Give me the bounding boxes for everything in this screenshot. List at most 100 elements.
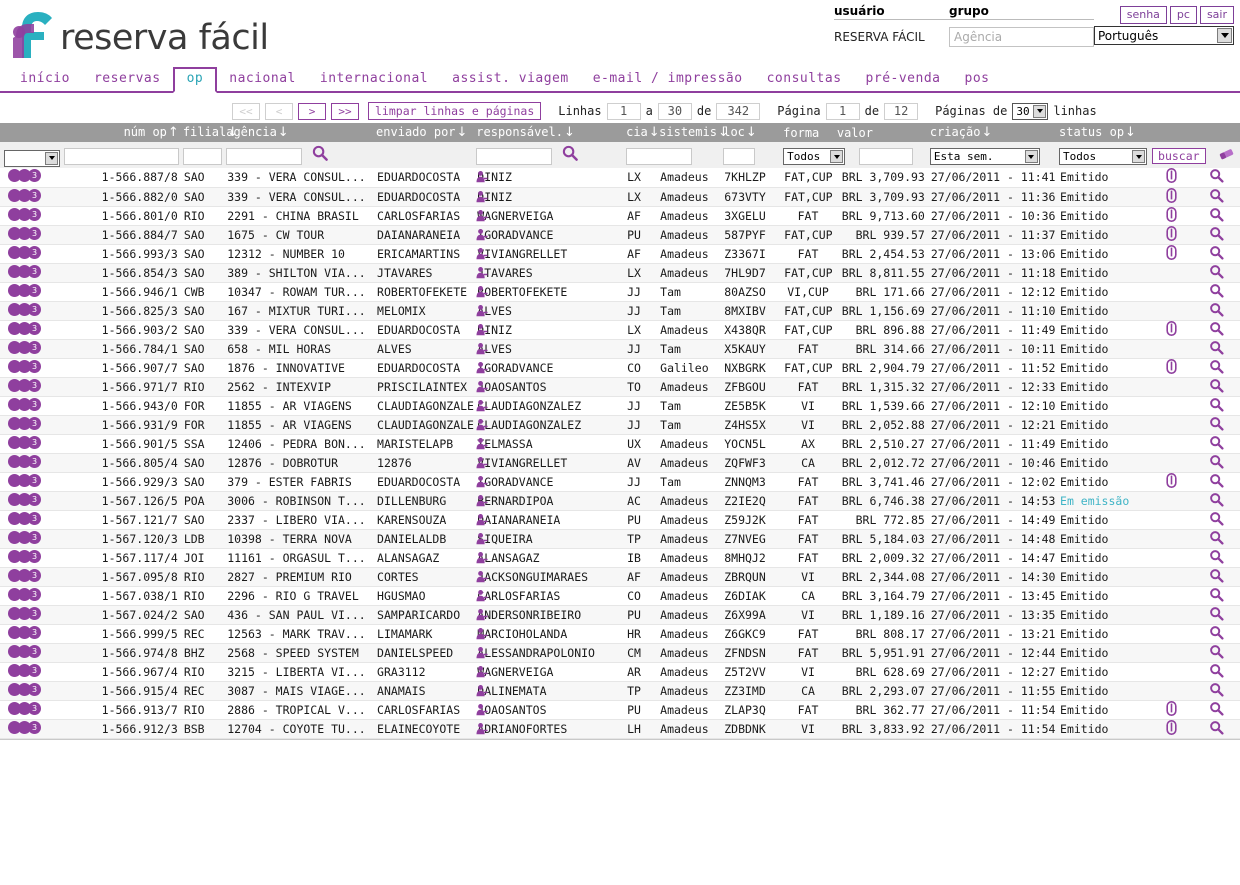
nav-item-internacional[interactable]: internacional [308, 68, 440, 91]
beads-icon[interactable]: 3 [8, 340, 41, 354]
first-page-button[interactable]: << [232, 102, 260, 120]
beads-icon[interactable]: 3 [8, 321, 41, 335]
row-beads-cell[interactable]: 3 [0, 358, 62, 378]
attachment-icon[interactable] [1166, 187, 1177, 206]
nav-item-pos[interactable]: pos [953, 68, 1002, 91]
cell-view[interactable] [1193, 320, 1240, 340]
cell-view[interactable] [1193, 605, 1240, 625]
beads-icon[interactable]: 3 [8, 207, 41, 221]
attachment-icon[interactable] [1166, 244, 1177, 263]
row-beads-cell[interactable]: 3 [0, 700, 62, 720]
cell-view[interactable] [1193, 187, 1240, 207]
table-row[interactable]: 3 1-566.784/1 SAO 658 - MIL HORAS ALVES ALVES… [0, 339, 1240, 359]
col-cia[interactable]: cia↓ [624, 123, 660, 142]
beads-icon[interactable]: 3 [8, 454, 41, 468]
view-details-icon[interactable] [1209, 435, 1224, 453]
prev-page-button[interactable]: < [265, 102, 293, 120]
beads-icon[interactable]: 3 [8, 663, 41, 677]
agencia-input[interactable] [949, 26, 1094, 47]
filter-criacao-select[interactable]: Esta sem. [929, 148, 1040, 165]
cell-view[interactable] [1193, 434, 1240, 454]
table-row[interactable]: 3 1-566.801/0 RIO 2291 - CHINA BRASIL CARLOS… [0, 206, 1240, 226]
beads-icon[interactable]: 3 [8, 283, 41, 297]
row-beads-cell[interactable]: 3 [0, 491, 62, 511]
beads-icon[interactable]: 3 [8, 549, 41, 563]
table-row[interactable]: 3 1-567.095/8 RIO 2827 - PREMIUM RIO CORTES J… [0, 567, 1240, 587]
view-details-icon[interactable] [1209, 587, 1224, 605]
table-row[interactable]: 3 1-567.117/4 JOI 11161 - ORGASUL T... ALANS… [0, 548, 1240, 568]
col-responsavel[interactable]: responsável.↓ [474, 123, 624, 142]
cell-view[interactable] [1193, 396, 1240, 416]
view-details-icon[interactable] [1209, 530, 1224, 548]
pc-button[interactable]: pc [1169, 6, 1197, 24]
row-beads-cell[interactable]: 3 [0, 320, 62, 340]
cell-view[interactable] [1193, 282, 1240, 302]
table-row[interactable]: 3 1-567.038/1 RIO 2296 - RIO G TRAVEL HGUSMA… [0, 586, 1240, 606]
cell-attachment[interactable] [1150, 244, 1194, 264]
beads-icon[interactable]: 3 [8, 473, 41, 487]
row-beads-cell[interactable]: 3 [0, 263, 62, 283]
filter-responsavel-input[interactable] [626, 148, 693, 165]
table-row[interactable]: 3 1-566.887/8 SAO 339 - VERA CONSUL... EDUAR… [0, 168, 1240, 188]
row-beads-cell[interactable]: 3 [0, 434, 62, 454]
agencia-filter-search-icon[interactable] [312, 146, 328, 165]
row-beads-cell[interactable]: 3 [0, 206, 62, 226]
cell-view[interactable] [1193, 339, 1240, 359]
attachment-icon[interactable] [1166, 472, 1177, 491]
cell-view[interactable] [1193, 453, 1240, 473]
cell-view[interactable] [1193, 301, 1240, 321]
pagina-current-input[interactable]: 1 [825, 102, 860, 120]
row-beads-cell[interactable]: 3 [0, 415, 62, 435]
row-beads-cell[interactable]: 3 [0, 396, 62, 416]
beads-icon[interactable]: 3 [8, 264, 41, 278]
beads-icon[interactable]: 3 [8, 169, 41, 183]
view-details-icon[interactable] [1209, 511, 1224, 529]
col-status-op[interactable]: status op↓ [1057, 123, 1150, 142]
beads-icon[interactable]: 3 [8, 492, 41, 506]
view-details-icon[interactable] [1209, 606, 1224, 624]
linhas-to-input[interactable]: 30 [657, 102, 692, 120]
beads-icon[interactable]: 3 [8, 625, 41, 639]
view-details-icon[interactable] [1209, 359, 1224, 377]
row-beads-cell[interactable]: 3 [0, 453, 62, 473]
view-details-icon[interactable] [1209, 378, 1224, 396]
cell-view[interactable] [1193, 548, 1240, 568]
enviado-filter-search-icon[interactable] [562, 146, 578, 165]
row-beads-cell[interactable]: 3 [0, 187, 62, 207]
cell-attachment[interactable] [1150, 320, 1194, 340]
table-row[interactable]: 3 1-566.946/1 CWB 10347 - ROWAM TUR... ROBER… [0, 282, 1240, 302]
filter-sistemis-select[interactable]: Todos [783, 148, 846, 165]
col-loc[interactable]: loc↓ [721, 123, 781, 142]
attachment-icon[interactable] [1166, 168, 1177, 186]
cell-attachment[interactable] [1150, 358, 1194, 378]
row-beads-cell[interactable]: 3 [0, 282, 62, 302]
filter-agencia-input[interactable] [226, 147, 303, 165]
beads-icon[interactable]: 3 [8, 720, 41, 734]
table-row[interactable]: 3 1-567.024/2 SAO 436 - SAN PAUL VI... SAMPA… [0, 605, 1240, 625]
view-details-icon[interactable] [1209, 625, 1224, 643]
filter-type-select[interactable] [4, 149, 60, 167]
brand-logo[interactable]: reserva fácil [8, 6, 269, 62]
cell-view[interactable] [1193, 377, 1240, 397]
cell-view[interactable] [1193, 168, 1240, 188]
row-beads-cell[interactable]: 3 [0, 301, 62, 321]
table-row[interactable]: 3 1-566.805/4 SAO 12876 - DOBROTUR 12876 VIVI… [0, 453, 1240, 473]
view-details-icon[interactable] [1209, 207, 1224, 225]
view-details-icon[interactable] [1209, 264, 1224, 282]
row-beads-cell[interactable]: 3 [0, 244, 62, 264]
cell-view[interactable] [1193, 415, 1240, 435]
cell-attachment[interactable] [1150, 700, 1194, 720]
row-beads-cell[interactable]: 3 [0, 377, 62, 397]
table-row[interactable]: 3 1-566.912/3 BSB 12704 - COYOTE TU... ELAIN… [0, 719, 1240, 739]
sair-button[interactable]: sair [1199, 6, 1234, 24]
cell-view[interactable] [1193, 491, 1240, 511]
table-row[interactable]: 3 1-566.943/0 FOR 11855 - AR VIAGENS CLAUDIA… [0, 396, 1240, 416]
row-beads-cell[interactable]: 3 [0, 719, 62, 739]
row-beads-cell[interactable]: 3 [0, 510, 62, 530]
table-row[interactable]: 3 1-566.915/4 REC 3087 - MAIS VIAGE... ANAMA… [0, 681, 1240, 701]
view-details-icon[interactable] [1209, 663, 1224, 681]
row-beads-cell[interactable]: 3 [0, 168, 62, 188]
nav-item-inicio[interactable]: início [8, 68, 82, 91]
nav-item-assist-viagem[interactable]: assist. viagem [440, 68, 581, 91]
table-row[interactable]: 3 1-566.929/3 SAO 379 - ESTER FABRIS EDUARDO… [0, 472, 1240, 492]
